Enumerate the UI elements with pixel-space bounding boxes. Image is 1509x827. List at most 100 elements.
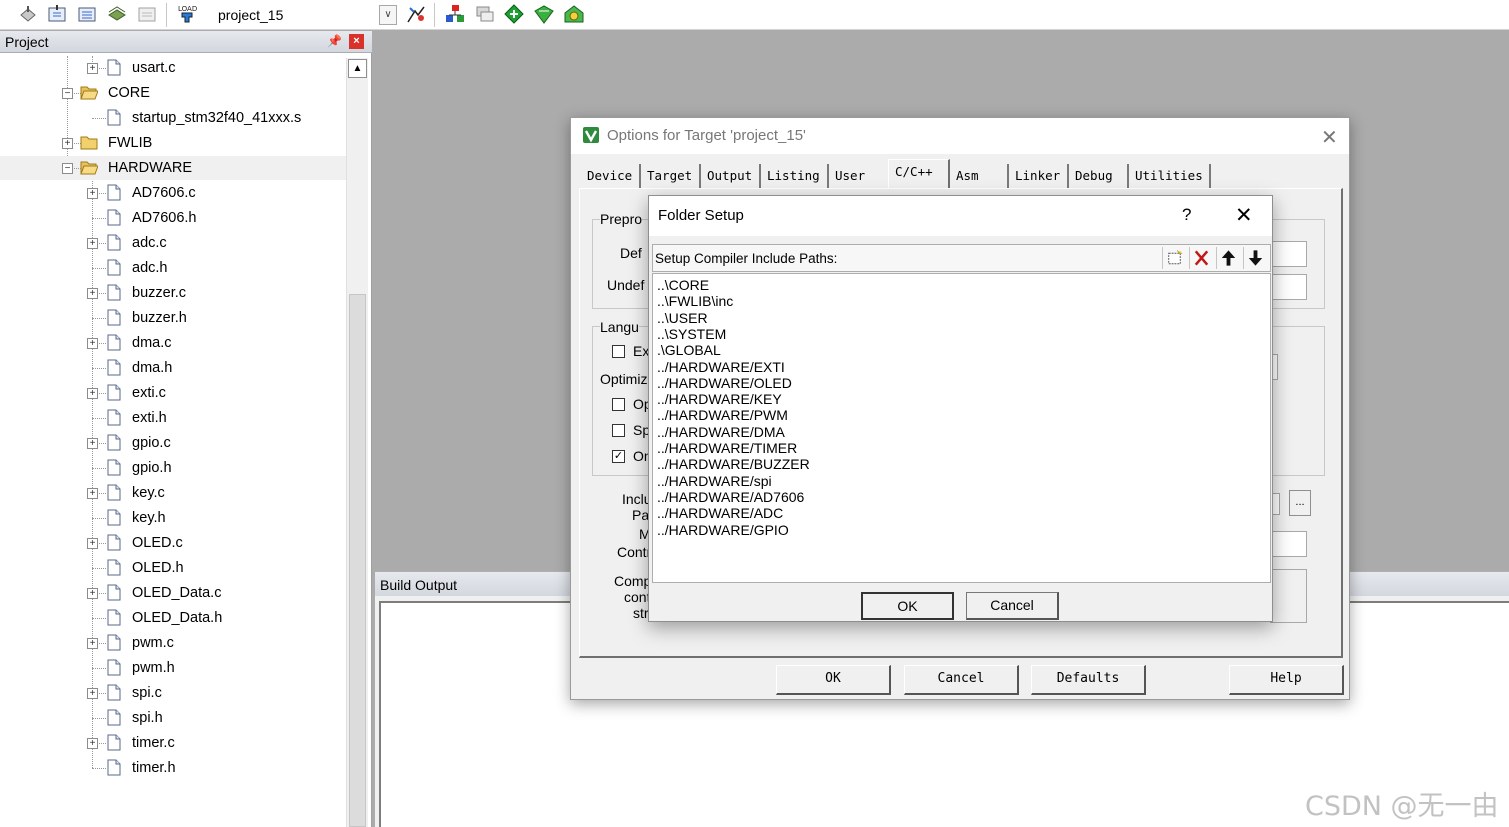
folder-setup-ok-button[interactable]: OK bbox=[861, 592, 954, 620]
expand-icon[interactable]: + bbox=[87, 488, 98, 499]
tree-item[interactable]: pwm.h bbox=[0, 656, 346, 680]
tree-item[interactable]: + gpio.c bbox=[0, 431, 346, 455]
collapse-icon[interactable]: − bbox=[62, 163, 73, 174]
translate-icon[interactable] bbox=[17, 3, 39, 25]
tab-listing[interactable]: Listing bbox=[761, 164, 829, 188]
options-defaults-button[interactable]: Defaults bbox=[1031, 665, 1146, 695]
folder-setup-cancel-button[interactable]: Cancel bbox=[966, 592, 1059, 620]
expand-icon[interactable]: + bbox=[87, 738, 98, 749]
tree-item[interactable]: + dma.c bbox=[0, 331, 346, 355]
manage-project-icon[interactable] bbox=[444, 3, 466, 25]
rebuild-icon[interactable] bbox=[76, 3, 98, 25]
tree-item[interactable]: OLED_Data.h bbox=[0, 606, 346, 630]
tree-item[interactable]: exti.h bbox=[0, 406, 346, 430]
tab-device[interactable]: Device bbox=[581, 164, 641, 188]
close-icon[interactable]: ✕ bbox=[1321, 125, 1338, 150]
component-icon[interactable] bbox=[503, 3, 525, 25]
options-help-button[interactable]: Help bbox=[1229, 665, 1344, 695]
tree-item[interactable]: − HARDWARE bbox=[0, 156, 346, 180]
chevron-down-icon[interactable]: ∨ bbox=[379, 5, 397, 25]
tree-item[interactable]: gpio.h bbox=[0, 456, 346, 480]
include-path-item[interactable]: ../HARDWARE/OLED bbox=[657, 375, 792, 391]
tree-item[interactable]: + timer.c bbox=[0, 731, 346, 755]
books-icon[interactable] bbox=[474, 3, 496, 25]
delete-icon[interactable] bbox=[1189, 247, 1213, 269]
download-icon[interactable]: LOAD bbox=[176, 3, 198, 25]
tree-item[interactable]: AD7606.h bbox=[0, 206, 346, 230]
include-path-item[interactable]: ..\USER bbox=[657, 310, 708, 326]
tab-user[interactable]: User bbox=[829, 164, 885, 188]
pack-installer-icon[interactable] bbox=[533, 3, 555, 25]
tab-linker[interactable]: Linker bbox=[1009, 164, 1069, 188]
tree-item[interactable]: + OLED_Data.c bbox=[0, 581, 346, 605]
include-path-item[interactable]: ../HARDWARE/PWM bbox=[657, 407, 788, 423]
select-packs-icon[interactable] bbox=[563, 3, 585, 25]
stop-build-icon[interactable] bbox=[136, 3, 158, 25]
expand-icon[interactable]: + bbox=[87, 238, 98, 249]
tree-item[interactable]: adc.h bbox=[0, 256, 346, 280]
expand-icon[interactable]: + bbox=[62, 138, 73, 149]
batch-build-icon[interactable] bbox=[106, 3, 128, 25]
tree-item[interactable]: − CORE bbox=[0, 81, 346, 105]
execute-only-checkbox[interactable] bbox=[612, 345, 625, 358]
include-path-item[interactable]: .\GLOBAL bbox=[657, 342, 721, 358]
move-down-icon[interactable] bbox=[1243, 247, 1267, 269]
close-icon[interactable]: × bbox=[349, 34, 364, 49]
move-up-icon[interactable] bbox=[1216, 247, 1240, 269]
expand-icon[interactable]: + bbox=[87, 388, 98, 399]
scroll-up-icon[interactable]: ▲ bbox=[348, 59, 367, 78]
tree-item[interactable]: + adc.c bbox=[0, 231, 346, 255]
help-icon[interactable]: ? bbox=[1182, 205, 1191, 225]
tab-output[interactable]: Output bbox=[701, 164, 761, 188]
tree-item[interactable]: + AD7606.c bbox=[0, 181, 346, 205]
one-elf-checkbox[interactable]: ✓ bbox=[612, 450, 625, 463]
tab-target[interactable]: Target bbox=[641, 164, 701, 188]
tree-item[interactable]: + buzzer.c bbox=[0, 281, 346, 305]
expand-icon[interactable]: + bbox=[87, 438, 98, 449]
target-options-icon[interactable] bbox=[405, 3, 427, 25]
expand-icon[interactable]: + bbox=[87, 63, 98, 74]
tree-item[interactable]: + usart.c bbox=[0, 56, 346, 80]
scroll-thumb[interactable] bbox=[349, 294, 366, 827]
split-sections-checkbox[interactable] bbox=[612, 424, 625, 437]
include-path-item[interactable]: ../HARDWARE/AD7606 bbox=[657, 489, 804, 505]
include-path-item[interactable]: ../HARDWARE/TIMER bbox=[657, 440, 797, 456]
build-icon[interactable] bbox=[46, 3, 68, 25]
options-cancel-button[interactable]: Cancel bbox=[904, 665, 1019, 695]
close-icon[interactable]: ✕ bbox=[1235, 203, 1253, 228]
include-path-item[interactable]: ..\CORE bbox=[657, 277, 709, 293]
tab-utilities[interactable]: Utilities bbox=[1129, 164, 1211, 188]
include-path-item[interactable]: ../HARDWARE/EXTI bbox=[657, 359, 785, 375]
tree-item[interactable]: + spi.c bbox=[0, 681, 346, 705]
tree-item[interactable]: + exti.c bbox=[0, 381, 346, 405]
expand-icon[interactable]: + bbox=[87, 538, 98, 549]
tree-item[interactable]: + OLED.c bbox=[0, 531, 346, 555]
new-folder-icon[interactable] bbox=[1162, 247, 1186, 269]
define-field[interactable] bbox=[1270, 241, 1307, 267]
expand-icon[interactable]: + bbox=[87, 588, 98, 599]
include-path-item[interactable]: ../HARDWARE/ADC bbox=[657, 505, 783, 521]
options-ok-button[interactable]: OK bbox=[776, 665, 891, 695]
include-path-item[interactable]: ../HARDWARE/BUZZER bbox=[657, 456, 810, 472]
include-paths-list[interactable]: ..\CORE ..\FWLIB\inc ..\USER ..\SYSTEM .\GLO… bbox=[652, 273, 1271, 583]
expand-icon[interactable]: + bbox=[87, 338, 98, 349]
undefine-field[interactable] bbox=[1270, 274, 1307, 300]
tree-item[interactable]: + pwm.c bbox=[0, 631, 346, 655]
pin-icon[interactable]: 📌 bbox=[327, 35, 342, 48]
include-path-item[interactable]: ../HARDWARE/GPIO bbox=[657, 522, 789, 538]
project-tree-scrollbar[interactable]: ▲ bbox=[346, 58, 368, 827]
target-select[interactable]: project_15 ∨ bbox=[212, 3, 397, 27]
tree-item[interactable]: + key.c bbox=[0, 481, 346, 505]
tree-item[interactable]: key.h bbox=[0, 506, 346, 530]
include-path-item[interactable]: ..\FWLIB\inc bbox=[657, 293, 733, 309]
include-path-item[interactable]: ../HARDWARE/KEY bbox=[657, 391, 782, 407]
include-path-item[interactable]: ..\SYSTEM bbox=[657, 326, 726, 342]
include-path-item[interactable]: ../HARDWARE/spi bbox=[657, 473, 772, 489]
optimize-checkbox[interactable] bbox=[612, 398, 625, 411]
expand-icon[interactable]: + bbox=[87, 688, 98, 699]
tree-item[interactable]: spi.h bbox=[0, 706, 346, 730]
expand-icon[interactable]: + bbox=[87, 638, 98, 649]
tab-c-cpp[interactable]: C/C++ bbox=[888, 159, 950, 188]
tab-debug[interactable]: Debug bbox=[1069, 164, 1129, 188]
include-paths-browse-button[interactable]: ... bbox=[1289, 490, 1311, 516]
